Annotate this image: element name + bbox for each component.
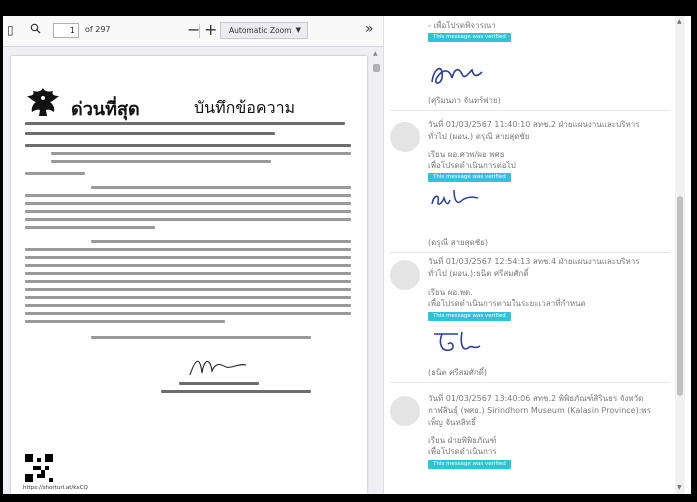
document-signature (189, 360, 247, 376)
message-divider (390, 382, 670, 383)
avatar (390, 260, 420, 290)
verified-badge: This message was verified (428, 312, 511, 321)
signature-image (431, 67, 483, 84)
chevron-down-icon: ▼ (295, 26, 301, 34)
message-body-line2: เพื่อโปรดดำเนินการ (428, 447, 497, 456)
page-number-input[interactable]: 1 (53, 23, 79, 38)
signature-caption: (ธนิต ศรีสมศักดิ์) (428, 368, 487, 377)
document-title-urgent: ด่วนที่สุด (71, 99, 140, 120)
message-timestamp: วันที่ 01/03/2567 12:54:13 สทช.4 ฝ่ายแผน… (428, 257, 640, 278)
message-body-line2: เพื่อโปรดดำเนินการตามในระยะเวลาที่กำหนด (428, 299, 586, 308)
message-divider (390, 110, 670, 111)
pdf-scrollbar[interactable]: ▲ (372, 48, 381, 494)
pdf-toolbar: ▯ 1 of 297 − + Automatic Zoom ▼ » (3, 16, 383, 47)
message-body-line1: เรียน ผอ.พด. (428, 288, 473, 297)
message-body-line2: เพื่อโปรดดำเนินการต่อไป (428, 161, 516, 170)
pdf-scrollbar-thumb[interactable] (373, 64, 380, 72)
message-timestamp: วันที่ 01/03/2567 11:40:10 สทช.2 ฝ่ายแผน… (428, 120, 640, 141)
zoom-in-button[interactable]: + (204, 20, 217, 39)
verified-badge: This message was verified (428, 173, 511, 182)
chat-scrollbar[interactable]: ▲ ▼ (675, 16, 685, 494)
tools-expand-icon[interactable]: » (365, 21, 374, 37)
signature-caption: (ศุริมนภา จันทร์พ่าย) (428, 96, 501, 105)
verified-badge: This message was verified (428, 460, 511, 469)
qr-url: https://shorturl.at/kxCQ (23, 485, 88, 491)
screen-border-top (0, 0, 697, 16)
sidebar-toggle-icon[interactable]: ▯ (7, 23, 14, 37)
pdf-viewer: ▯ 1 of 297 − + Automatic Zoom ▼ » ด่วนที… (3, 16, 383, 494)
page-count: of 297 (85, 25, 111, 34)
document-title-memo: บันทึกข้อความ (194, 98, 296, 117)
garuda-emblem-icon (27, 88, 59, 116)
zoom-select-label: Automatic Zoom (229, 26, 292, 35)
message-body-line1: เรียน ผอ.ศวพ/ผอ พศธ (428, 150, 505, 159)
message-timestamp: วันที่ 01/03/2567 13:40:06 สทช.2 พิพิธภั… (428, 394, 651, 427)
avatar (390, 122, 420, 152)
scroll-up-icon[interactable]: ▲ (373, 50, 378, 57)
signature-image (434, 331, 481, 352)
zoom-separator (199, 24, 200, 38)
scroll-up-icon[interactable]: ▲ (677, 18, 682, 25)
qr-code-icon (25, 454, 53, 482)
zoom-select[interactable]: Automatic Zoom ▼ (220, 22, 308, 39)
chat-scrollbar-thumb[interactable] (677, 196, 683, 396)
pdf-page: ด่วนที่สุด บันทึกข้อความ https://shortur… (11, 56, 367, 494)
screen-border-bottom (0, 494, 697, 502)
scroll-down-icon[interactable]: ▼ (677, 484, 682, 491)
search-icon[interactable] (30, 23, 41, 37)
message-fragment: - เพื่อโปรดพิจารณา (428, 21, 496, 30)
verified-badge: This message was verified (428, 33, 511, 42)
signature-image (431, 189, 479, 205)
signature-caption: (ดรุณี สายสุดชัย) (428, 238, 488, 247)
avatar (390, 396, 420, 426)
screen-border-right (690, 0, 697, 502)
message-body-line1: เรียน ฝ่ายพิพิธภัณฑ์ (428, 436, 497, 445)
message-divider (390, 252, 670, 253)
approval-panel: - เพื่อโปรดพิจารณา This message was veri… (383, 16, 691, 494)
